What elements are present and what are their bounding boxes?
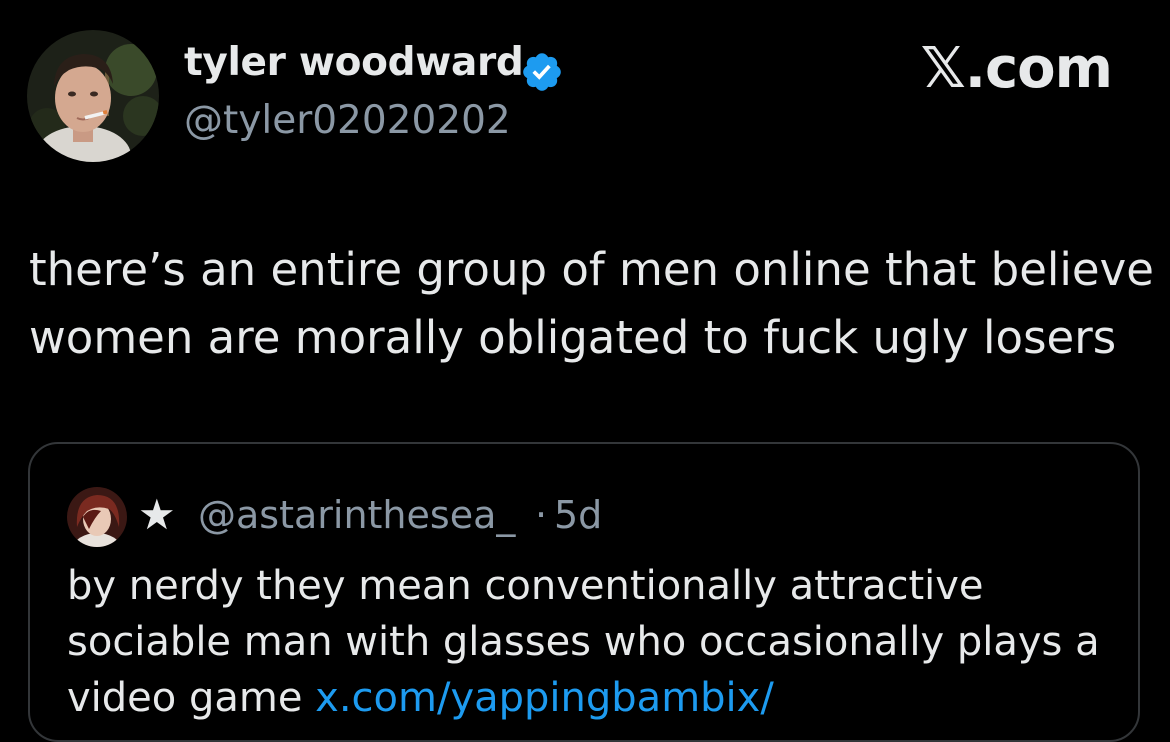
post-text-line: women are morally obligated to fuck ugly…	[29, 311, 1117, 364]
author-handle[interactable]: @tyler02020202	[184, 98, 511, 143]
quoted-separator: ·	[535, 493, 548, 537]
author-name[interactable]: tyler woodward	[184, 40, 524, 85]
verified-badge-icon	[523, 53, 561, 91]
quoted-display-name[interactable]: ★	[138, 489, 176, 541]
quoted-text-line: by nerdy they mean conventionally attrac…	[67, 563, 984, 609]
quoted-handle[interactable]: @astarinthesea_	[198, 489, 515, 541]
author-avatar[interactable]	[27, 30, 159, 162]
avatar-image	[67, 487, 127, 547]
quoted-timestamp[interactable]: 5d	[554, 489, 602, 541]
quoted-text-fragment: video game	[67, 675, 316, 721]
site-watermark: 𝕏.com	[920, 36, 1113, 101]
quoted-post-text: by nerdy they mean conventionally attrac…	[67, 558, 1127, 726]
quoted-link[interactable]: x.com/yappingbambix/	[315, 675, 774, 721]
quoted-post-card[interactable]: ★ @astarinthesea_ · 5d by nerdy they mea…	[28, 442, 1140, 742]
quoted-author-avatar[interactable]	[67, 487, 127, 547]
post-text-line: there’s an entire group of men online th…	[29, 243, 1154, 296]
avatar-image	[27, 30, 159, 162]
post-text: there’s an entire group of men online th…	[29, 236, 1159, 372]
quoted-text-line: video game x.com/yappingbambix/	[67, 670, 1127, 726]
quoted-text-line: sociable man with glasses who occasional…	[67, 619, 1100, 665]
